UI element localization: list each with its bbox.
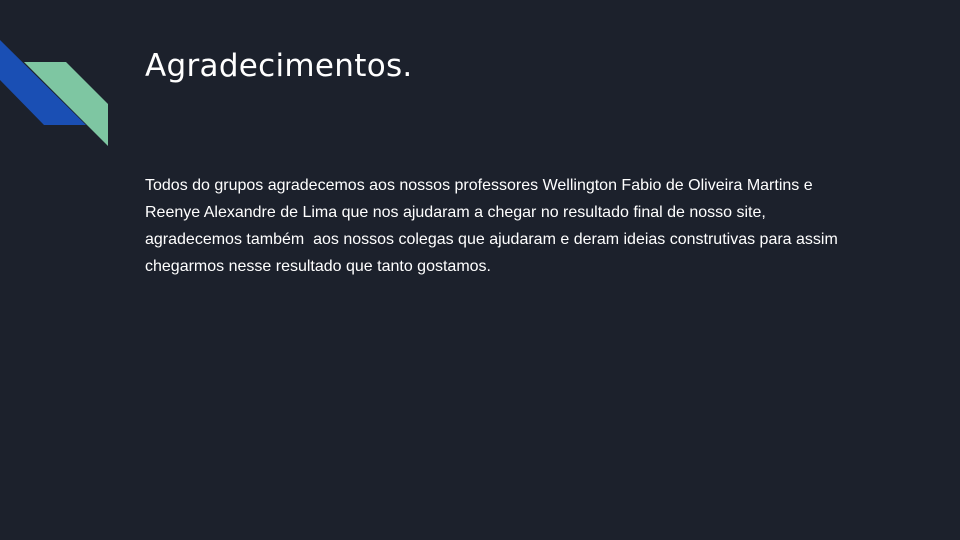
- body-line: agradecemos também aos nossos colegas qu…: [145, 231, 838, 248]
- body-line: Todos do grupos agradecemos aos nossos p…: [145, 177, 813, 194]
- body-line: chegarmos nesse resultado que tanto gost…: [145, 258, 491, 275]
- slide-title: Agradecimentos.: [145, 48, 413, 84]
- slide: Agradecimentos. Todos do grupos agradece…: [0, 0, 960, 540]
- body-line: Reenye Alexandre de Lima que nos ajudara…: [145, 204, 766, 221]
- slide-body: Todos do grupos agradecemos aos nossos p…: [145, 172, 885, 280]
- corner-decoration: [0, 40, 108, 146]
